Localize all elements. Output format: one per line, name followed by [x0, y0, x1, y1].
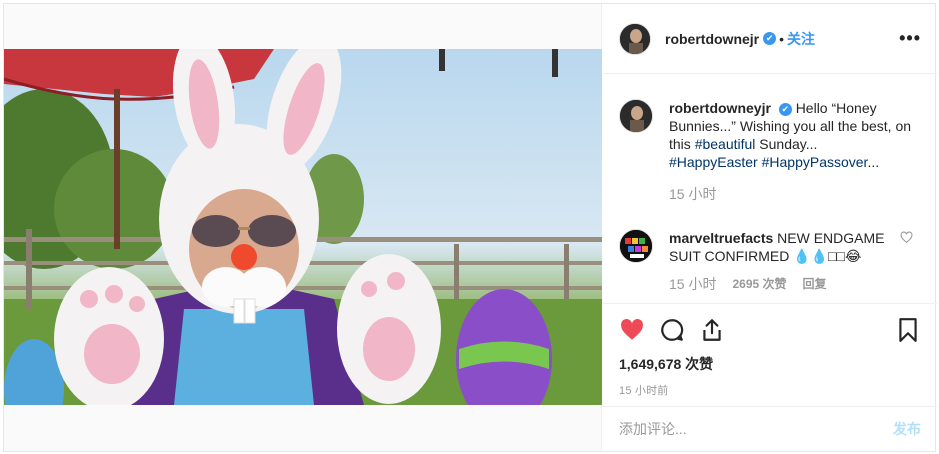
reply-button[interactable]: 回复: [803, 275, 827, 293]
caption-time: 15 小时: [669, 186, 717, 202]
comment-likes[interactable]: 2695 次赞: [732, 275, 786, 293]
like-heart-icon[interactable]: [619, 317, 645, 343]
follow-button[interactable]: 关注: [787, 29, 815, 49]
comment-bubble-icon[interactable]: [659, 317, 685, 343]
likes-count[interactable]: 1,649,678 次赞: [619, 354, 921, 374]
verified-badge-icon: ✔: [778, 103, 792, 116]
more-options-icon[interactable]: •••: [899, 28, 921, 49]
author-username[interactable]: robertdownejr: [665, 31, 759, 47]
caption-username[interactable]: robertdowneyjr: [669, 100, 771, 116]
hashtag-link[interactable]: #HappyEaster: [669, 154, 758, 170]
add-comment-bar: 发布: [603, 406, 937, 451]
comments-section: robertdowneyjr ✔ Hello “Honey Bunnies...…: [603, 75, 937, 301]
hashtag-link[interactable]: #HappyPassover: [762, 154, 868, 170]
save-bookmark-icon[interactable]: [895, 317, 921, 343]
comment-like-heart-icon[interactable]: [900, 231, 913, 244]
instagram-post: robertdownejr ✔ • 关注 ••• robertdowneyjr …: [3, 3, 937, 452]
caption-body: robertdowneyjr ✔ Hello “Honey Bunnies...…: [669, 99, 921, 203]
video-frame-image: [4, 49, 602, 405]
caption: robertdowneyjr ✔ Hello “Honey Bunnies...…: [619, 99, 921, 203]
post-video[interactable]: [4, 49, 602, 405]
comment-body: marveltruefacts NEW ENDGAME SUIT CONFIRM…: [669, 229, 893, 293]
action-icons-row: [619, 314, 921, 346]
verified-badge-icon: ✔: [763, 32, 777, 45]
caption-author-avatar[interactable]: [619, 99, 653, 133]
post-header: robertdownejr ✔ • 关注 •••: [603, 4, 937, 74]
post-timestamp: 15 小时前: [619, 385, 669, 397]
comment-input[interactable]: [619, 421, 893, 437]
share-icon[interactable]: [699, 317, 725, 343]
caption-text: ...: [867, 154, 880, 170]
commenter-avatar[interactable]: [619, 229, 653, 263]
hashtag-link[interactable]: #beautiful: [695, 136, 756, 152]
commenter-username[interactable]: marveltruefacts: [669, 230, 773, 246]
caption-text: Sunday...: [755, 136, 818, 152]
post-actions: 1,649,678 次赞 15 小时前: [603, 303, 937, 397]
separator-dot: •: [779, 30, 785, 47]
comment-item: marveltruefacts NEW ENDGAME SUIT CONFIRM…: [619, 229, 921, 293]
post-comment-button[interactable]: 发布: [893, 419, 921, 439]
comment-meta: 15 小时 2695 次赞 回复: [669, 275, 893, 293]
post-media-area: [4, 4, 602, 451]
comment-time: 15 小时: [669, 276, 717, 292]
post-sidebar: robertdownejr ✔ • 关注 ••• robertdowneyjr …: [603, 4, 937, 451]
author-avatar[interactable]: [619, 22, 651, 55]
